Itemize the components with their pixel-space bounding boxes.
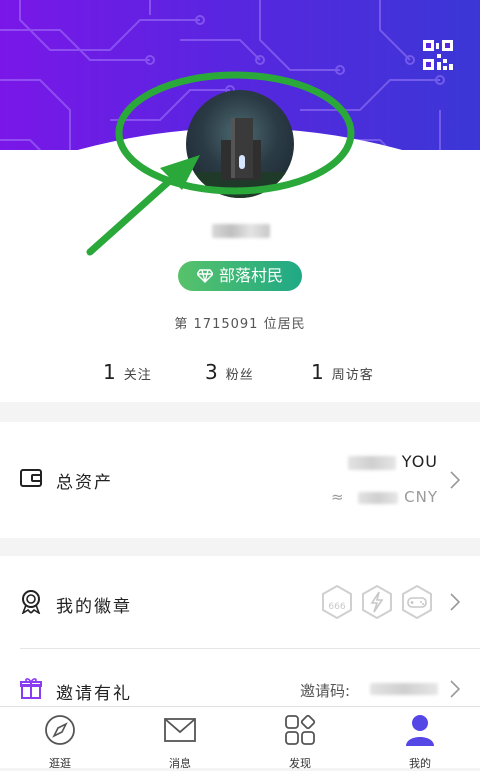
badge-gamepad-icon — [402, 585, 432, 619]
tab-mine[interactable]: 我的 — [380, 707, 460, 770]
stat-visitors[interactable]: 1 周访客 — [311, 360, 374, 384]
tab-browse[interactable]: 逛逛 — [20, 707, 100, 770]
tab-mine-label: 我的 — [409, 757, 431, 770]
assets-label: 总资产 — [56, 473, 113, 493]
badges-label: 我的徽章 — [56, 597, 132, 617]
badge-lightning-icon — [362, 585, 392, 619]
stat-visitors-count: 1 — [311, 360, 324, 384]
assets-cny-unit: CNY — [404, 488, 438, 506]
award-medal-icon — [21, 590, 41, 614]
wallet-icon — [20, 469, 42, 487]
tab-messages[interactable]: 消息 — [140, 707, 220, 770]
assets-row[interactable]: 总资产 ■■ YOU ≈ ■■■ CNY — [0, 422, 480, 538]
badges-row[interactable]: 我的徽章 666 — [0, 556, 480, 648]
stat-followers-label: 粉丝 — [225, 368, 254, 383]
assets-cny-line: ≈ ■■■ CNY — [331, 488, 438, 506]
assets-you-unit: YOU — [401, 452, 438, 471]
level-badge[interactable]: 部落村民 — [178, 261, 302, 291]
menu-list: 我的徽章 666 邀请有礼 邀请码: ■■■■■ — [0, 556, 480, 706]
stats-row: 1 关注 3 粉丝 1 周访客 — [0, 360, 480, 390]
level-badge-label: 部落村民 — [218, 266, 283, 285]
chevron-right-icon — [450, 593, 460, 611]
person-icon — [406, 715, 434, 746]
assets-you-line: ■■ YOU — [347, 452, 438, 471]
chevron-right-icon — [450, 471, 460, 489]
stat-following[interactable]: 1 关注 — [103, 360, 152, 384]
stat-followers-count: 3 — [205, 360, 218, 384]
tab-discover[interactable]: 发现 — [260, 707, 340, 770]
discover-grid-icon — [285, 714, 316, 745]
stat-visitors-label: 周访客 — [331, 368, 374, 383]
invite-label: 邀请有礼 — [56, 684, 132, 704]
assets-cny-value: ■■■ — [358, 491, 399, 504]
username: ■■■■ — [212, 224, 270, 238]
stat-following-label: 关注 — [123, 368, 152, 383]
tab-browse-label: 逛逛 — [49, 757, 71, 770]
assets-you-value: ■■ — [347, 455, 396, 470]
tab-discover-label: 发现 — [289, 757, 311, 770]
svg-text:666: 666 — [328, 602, 345, 612]
invite-code-value: ■■■■■ — [370, 683, 438, 695]
invite-code-label: 邀请码: — [300, 682, 351, 700]
stat-followers[interactable]: 3 粉丝 — [205, 360, 254, 384]
stat-following-count: 1 — [103, 360, 116, 384]
compass-icon — [45, 715, 75, 745]
tab-messages-label: 消息 — [169, 757, 191, 770]
bottom-tab-bar: 逛逛 消息 发现 我的 — [0, 706, 480, 770]
diamond-icon — [196, 269, 213, 283]
envelope-icon — [164, 718, 196, 742]
chevron-right-icon — [450, 680, 460, 698]
invite-row[interactable]: 邀请有礼 邀请码: ■■■■■ — [0, 649, 480, 706]
resident-rank: 第 1715091 位居民 — [174, 317, 306, 332]
badge-666-icon: 666 — [322, 585, 352, 619]
gift-icon — [20, 678, 42, 699]
approx-symbol: ≈ — [331, 488, 345, 506]
